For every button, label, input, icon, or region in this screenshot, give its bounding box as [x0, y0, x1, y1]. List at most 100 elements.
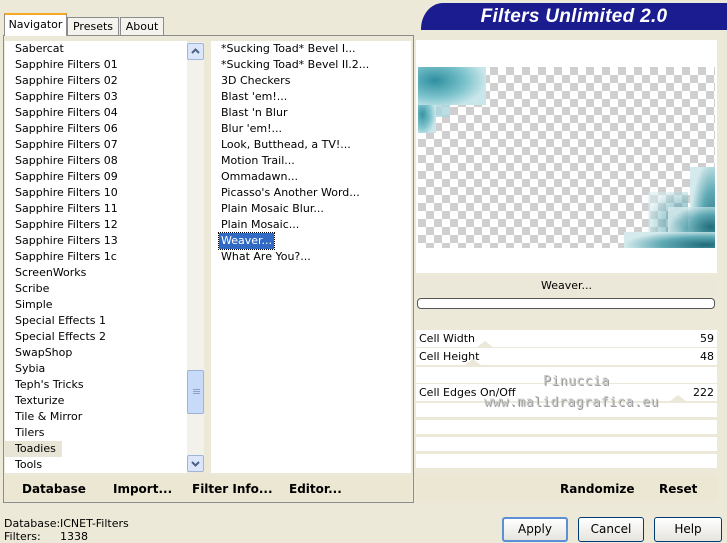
category-item-label: Teph's Tricks	[15, 378, 84, 391]
category-item[interactable]: Scribe	[5, 281, 187, 297]
category-item-label: Tile & Mirror	[15, 410, 83, 423]
filter-item[interactable]: *Sucking Toad* Bevel I...	[211, 41, 411, 57]
category-item[interactable]: Texturize	[5, 393, 187, 409]
category-item[interactable]: Sapphire Filters 04	[5, 105, 187, 121]
filter-item-label: Ommadawn...	[221, 170, 299, 183]
filter-item[interactable]: Weaver...	[211, 232, 411, 250]
filter-item[interactable]: 3D Checkers	[211, 73, 411, 89]
slider-thumb[interactable]	[669, 395, 687, 402]
category-item-label: Scribe	[15, 282, 50, 295]
tab-presets[interactable]: Presets	[67, 17, 119, 35]
param-empty-row	[416, 437, 717, 451]
category-item[interactable]: Sabercat	[5, 41, 187, 57]
param-cell-height[interactable]: Cell Height 48	[416, 348, 717, 366]
scroll-thumb[interactable]	[187, 370, 204, 414]
category-item[interactable]: SwapShop	[5, 345, 187, 361]
filter-item-label: Weaver...	[217, 232, 276, 250]
filter-item[interactable]: Plain Mosaic Blur...	[211, 201, 411, 217]
category-item[interactable]: Sapphire Filters 09	[5, 169, 187, 185]
category-item[interactable]: Sybia	[5, 361, 187, 377]
preview-action-bar: Randomize Reset	[416, 475, 717, 501]
category-item-label: Texturize	[15, 394, 65, 407]
category-item-label: Sapphire Filters 01	[15, 58, 118, 71]
param-value: 59	[700, 332, 714, 345]
category-item[interactable]: Simple	[5, 297, 187, 313]
category-item[interactable]: Sapphire Filters 11	[5, 201, 187, 217]
help-button[interactable]: Help	[654, 517, 722, 542]
filter-item[interactable]: Blast 'em!...	[211, 89, 411, 105]
category-item[interactable]: ScreenWorks	[5, 265, 187, 281]
category-item-label: Tilers	[15, 426, 45, 439]
category-item-label: Sapphire Filters 08	[15, 154, 118, 167]
tab-about[interactable]: About	[120, 17, 164, 35]
category-item-label: Sapphire Filters 06	[15, 122, 118, 135]
filter-item-label: Picasso's Another Word...	[221, 186, 360, 199]
filter-item[interactable]: Blur 'em!...	[211, 121, 411, 137]
filter-list[interactable]: *Sucking Toad* Bevel I... *Sucking Toad* …	[211, 41, 411, 473]
category-item[interactable]: Sapphire Filters 06	[5, 121, 187, 137]
category-item[interactable]: Sapphire Filters 01	[5, 57, 187, 73]
navigator-action-bar: Database Import... Filter Info... Editor…	[5, 475, 411, 501]
category-item-label: Sapphire Filters 13	[15, 234, 118, 247]
status-database-value: ICNET-Filters	[60, 517, 129, 530]
category-item[interactable]: Teph's Tricks	[5, 377, 187, 393]
param-label: Cell Width	[419, 332, 476, 345]
filter-item[interactable]: Motion Trail...	[211, 153, 411, 169]
category-item-label: Special Effects 1	[15, 314, 107, 327]
database-button[interactable]: Database	[22, 475, 86, 503]
category-item-label: Sapphire Filters 12	[15, 218, 118, 231]
filter-item-label: *Sucking Toad* Bevel I...	[221, 42, 356, 55]
apply-button[interactable]: Apply	[502, 517, 568, 542]
category-item-label: Simple	[15, 298, 53, 311]
category-item[interactable]: Sapphire Filters 02	[5, 73, 187, 89]
category-item[interactable]: Sapphire Filters 13	[5, 233, 187, 249]
category-item[interactable]: Sapphire Filters 08	[5, 153, 187, 169]
slider-thumb[interactable]	[476, 341, 494, 348]
filter-item[interactable]: Blast 'n Blur	[211, 105, 411, 121]
reset-button[interactable]: Reset	[659, 475, 697, 503]
category-item[interactable]: Toadies	[5, 441, 187, 457]
filter-item[interactable]: Plain Mosaic...	[211, 217, 411, 233]
filter-info-button[interactable]: Filter Info...	[192, 475, 273, 503]
filter-item-label: Plain Mosaic Blur...	[221, 202, 324, 215]
category-item-label: Sapphire Filters 02	[15, 74, 118, 87]
tab-navigator[interactable]: Navigator	[4, 13, 67, 36]
category-item-label: Sapphire Filters 11	[15, 202, 118, 215]
category-item[interactable]: Sapphire Filters 07	[5, 137, 187, 153]
filter-name-bar: Weaver...	[416, 276, 717, 296]
category-item[interactable]: Sapphire Filters 10	[5, 185, 187, 201]
scroll-down-button[interactable]	[187, 455, 204, 472]
category-item[interactable]: Sapphire Filters 1c	[5, 249, 187, 265]
category-scrollbar[interactable]	[187, 42, 204, 472]
filter-item-label: 3D Checkers	[221, 74, 291, 87]
filter-item[interactable]: Look, Butthead, a TV!...	[211, 137, 411, 153]
param-value: 222	[693, 386, 714, 399]
app-title-banner: Filters Unlimited 2.0	[421, 3, 727, 30]
category-item-label: Sapphire Filters 04	[15, 106, 118, 119]
scroll-up-button[interactable]	[187, 43, 204, 60]
preview-teal-blocks	[418, 67, 715, 248]
category-item-label: Tools	[15, 458, 43, 471]
cancel-button[interactable]: Cancel	[578, 517, 644, 542]
preview-image	[418, 67, 715, 248]
filter-item[interactable]: What Are You?...	[211, 249, 411, 265]
category-item[interactable]: Special Effects 2	[5, 329, 187, 345]
category-item[interactable]: Special Effects 1	[5, 313, 187, 329]
filter-item[interactable]: *Sucking Toad* Bevel II.2...	[211, 57, 411, 73]
import-button[interactable]: Import...	[113, 475, 172, 503]
category-list[interactable]: Sabercat Sapphire Filters 01 Sapphire Filt…	[5, 41, 187, 473]
randomize-button[interactable]: Randomize	[560, 475, 634, 503]
category-item[interactable]: Tile & Mirror	[5, 409, 187, 425]
category-item[interactable]: Tilers	[5, 425, 187, 441]
category-item-label: Sybia	[15, 362, 46, 375]
param-cell-width[interactable]: Cell Width 59	[416, 330, 717, 348]
category-item[interactable]: Tools	[5, 457, 187, 473]
preview-panel	[416, 40, 717, 273]
filter-item[interactable]: Ommadawn...	[211, 169, 411, 185]
filter-item[interactable]: Picasso's Another Word...	[211, 185, 411, 201]
category-item[interactable]: Sapphire Filters 12	[5, 217, 187, 233]
editor-button[interactable]: Editor...	[289, 475, 342, 503]
category-item[interactable]: Sapphire Filters 03	[5, 89, 187, 105]
progress-bar	[417, 298, 715, 309]
slider-thumb[interactable]	[464, 359, 482, 366]
